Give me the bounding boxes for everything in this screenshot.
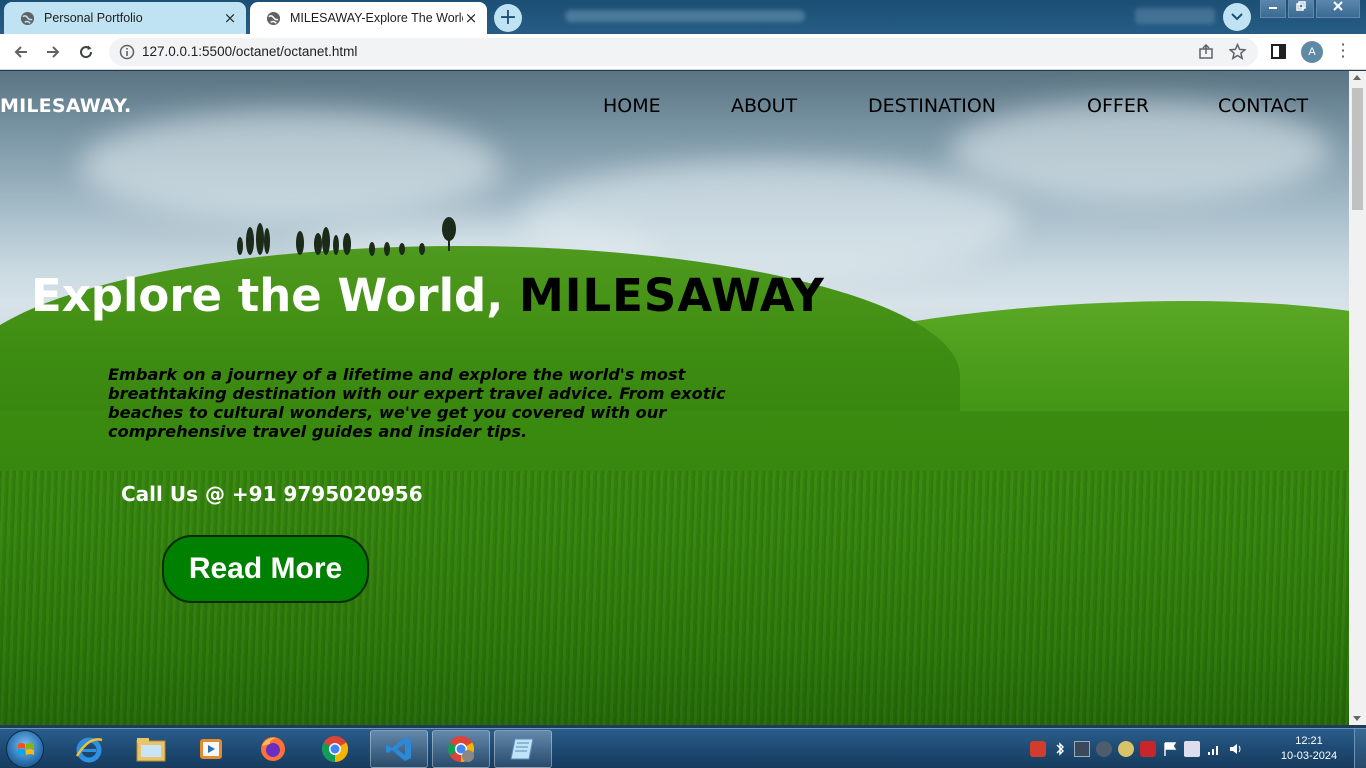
nav-contact[interactable]: CONTACT — [1218, 95, 1308, 117]
reload-icon — [80, 45, 93, 59]
blurred-window-icons — [1135, 8, 1215, 24]
network-signal-icon[interactable] — [1206, 741, 1222, 757]
cloud — [80, 111, 500, 221]
scroll-up-icon[interactable] — [1353, 75, 1361, 80]
browser-toolbar: 127.0.0.1:5500/octanet/octanet.html A · ·… — [0, 34, 1366, 70]
clock-time: 12:21 — [1295, 735, 1323, 747]
chevron-down-icon — [1231, 13, 1243, 21]
back-button[interactable] — [10, 41, 32, 63]
forward-button[interactable] — [42, 41, 64, 63]
info-icon[interactable] — [119, 44, 135, 60]
chrome-active-icon — [447, 736, 475, 763]
hero-description: Embark on a journey of a lifetime and ex… — [108, 365, 726, 441]
url-text[interactable]: 127.0.0.1:5500/octanet/octanet.html — [142, 44, 357, 59]
nav-about[interactable]: ABOUT — [731, 95, 797, 117]
tray-security-icon[interactable] — [1096, 741, 1112, 757]
new-tab-button[interactable]: + — [494, 4, 522, 32]
nav-destination[interactable]: DESTINATION — [868, 95, 996, 117]
bluetooth-icon[interactable] — [1052, 741, 1068, 757]
share-icon[interactable] — [1198, 44, 1214, 60]
notepad-icon — [510, 738, 534, 760]
taskbar-firefox[interactable] — [244, 730, 302, 768]
scroll-down-icon[interactable] — [1353, 716, 1361, 721]
nav-offer[interactable]: OFFER — [1087, 95, 1149, 117]
cypress-trees-image — [237, 217, 456, 256]
arrow-right-icon — [47, 46, 60, 58]
window-controls — [1260, 0, 1366, 20]
globe-icon — [20, 11, 35, 25]
system-tray — [1030, 741, 1244, 757]
bookmark-star-icon[interactable] — [1229, 43, 1246, 60]
taskbar-chrome[interactable] — [306, 730, 364, 768]
nav-home[interactable]: HOME — [603, 95, 661, 117]
hero-title: Explore the World, MILESAWAY — [31, 269, 825, 322]
page-viewport: MILESAWAY. HOME ABOUT DESTINATION OFFER … — [0, 71, 1349, 725]
taskbar-media-player[interactable] — [182, 730, 240, 768]
address-bar[interactable]: 127.0.0.1:5500/octanet/octanet.html — [109, 38, 1258, 66]
taskbar-chrome-active[interactable] — [432, 730, 490, 768]
tray-pdf-icon[interactable] — [1140, 741, 1156, 757]
taskbar-internet-explorer[interactable] — [60, 730, 118, 768]
close-icon — [1333, 1, 1343, 11]
restore-icon — [1296, 1, 1306, 11]
tab-title: MILESAWAY-Explore The World — [290, 11, 463, 25]
arrow-left-icon — [14, 46, 27, 58]
scrollbar-thumb[interactable] — [1352, 88, 1363, 210]
tray-media-icon[interactable] — [1118, 741, 1134, 757]
media-player-icon — [200, 739, 222, 759]
restore-button[interactable] — [1288, 0, 1314, 18]
start-button[interactable] — [6, 730, 44, 768]
tab-milesaway[interactable]: MILESAWAY-Explore The World × — [250, 2, 487, 34]
browser-tabstrip: Personal Portfolio × MILESAWAY-Explore T… — [0, 0, 1366, 34]
firefox-icon — [261, 737, 285, 761]
reload-button[interactable] — [75, 41, 97, 63]
blurred-window-title — [565, 10, 805, 22]
hero-title-prefix: Explore the World, — [31, 269, 519, 322]
read-more-button[interactable]: Read More — [162, 535, 369, 603]
taskbar-file-explorer[interactable] — [122, 730, 180, 768]
tab-title: Personal Portfolio — [44, 11, 143, 25]
flag-icon[interactable] — [1162, 741, 1178, 757]
windows-flag-icon — [18, 743, 34, 755]
side-panel-icon[interactable] — [1271, 44, 1286, 59]
tab-close-icon[interactable]: × — [222, 10, 238, 26]
tab-personal-portfolio[interactable]: Personal Portfolio × — [4, 2, 246, 34]
show-desktop-button[interactable] — [1354, 729, 1366, 768]
minimize-icon — [1269, 7, 1277, 9]
chrome-icon — [321, 736, 349, 763]
tray-device-icon[interactable] — [1184, 741, 1200, 757]
vscode-icon — [386, 737, 411, 761]
taskbar-vscode[interactable] — [370, 730, 428, 768]
globe-icon — [266, 11, 281, 25]
profile-avatar[interactable]: A — [1301, 41, 1323, 63]
minimize-button[interactable] — [1260, 0, 1286, 18]
tab-search-button[interactable] — [1223, 3, 1251, 31]
internet-explorer-icon — [75, 737, 103, 763]
close-window-button[interactable] — [1316, 0, 1360, 18]
hero-title-accent: MILESAWAY — [518, 269, 825, 322]
tab-close-icon[interactable]: × — [463, 10, 479, 26]
taskbar-notepad[interactable] — [494, 730, 552, 768]
tray-antivirus-icon[interactable] — [1030, 741, 1046, 757]
site-logo[interactable]: MILESAWAY. — [0, 95, 131, 117]
clock-date: 10-03-2024 — [1280, 750, 1338, 762]
page-scrollbar[interactable] — [1349, 71, 1366, 725]
windows-taskbar: 12:21 10-03-2024 — [0, 728, 1366, 768]
file-explorer-icon — [136, 738, 166, 762]
phone-contact: Call Us @ +91 9795020956 — [121, 482, 423, 506]
tray-display-icon[interactable] — [1074, 741, 1090, 757]
taskbar-clock[interactable]: 12:21 10-03-2024 — [1275, 734, 1343, 764]
menu-dots-icon[interactable]: · · · — [1338, 37, 1348, 65]
volume-icon[interactable] — [1228, 741, 1244, 757]
